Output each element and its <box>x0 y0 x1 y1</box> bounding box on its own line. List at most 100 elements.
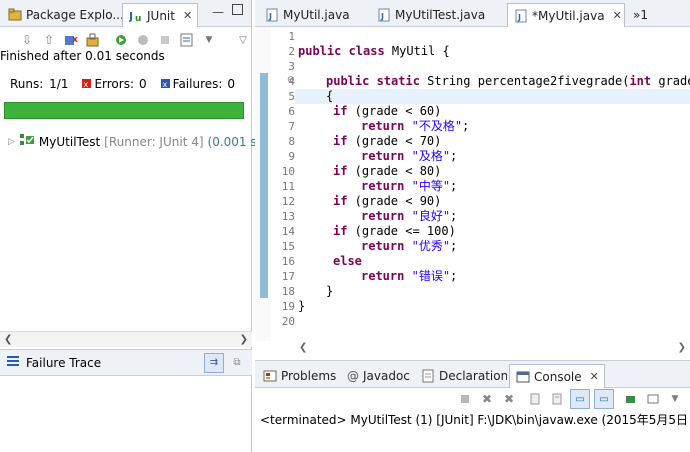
scroll-lock-icon[interactable] <box>548 391 566 407</box>
rerun-failed-first-icon[interactable] <box>134 32 152 48</box>
tab-package-explorer[interactable]: Package Explo... <box>2 3 122 27</box>
test-suite-ok-icon <box>19 133 35 150</box>
failure-trace-label: Failure Trace <box>26 355 102 370</box>
tab-console[interactable]: Console ✕ <box>509 364 605 388</box>
svg-text:J: J <box>129 10 133 23</box>
tab-junit[interactable]: Ju JUnit ✕ <box>122 3 198 27</box>
package-explorer-icon <box>8 8 22 22</box>
line-number: 6 <box>288 105 295 118</box>
svg-text:u: u <box>135 14 141 23</box>
clear-console-icon[interactable] <box>526 391 544 407</box>
line-number: 5 <box>288 90 295 103</box>
display-console-icon[interactable] <box>644 391 662 407</box>
next-failure-icon[interactable]: ⇩ <box>18 32 36 48</box>
code-line-18[interactable]: } <box>326 284 333 299</box>
code-line-12[interactable]: if (grade < 90) <box>333 194 441 209</box>
tab-myutil-java-modified[interactable]: J *MyUtil.java ✕ <box>507 3 625 27</box>
svg-text:x: x <box>72 35 78 45</box>
bottom-panel: Problems @ Javadoc Declaration Console ✕ <box>255 360 690 452</box>
code-line-9[interactable]: return "及格"; <box>361 149 457 164</box>
terminate-icon[interactable] <box>456 391 474 407</box>
code-line-15[interactable]: return "优秀"; <box>361 239 457 254</box>
close-icon[interactable]: ✕ <box>590 370 599 383</box>
code-line-13[interactable]: return "良好"; <box>361 209 457 224</box>
compare-results-icon[interactable]: ⧉ <box>228 353 246 373</box>
runs-value: 1/1 <box>49 77 69 91</box>
tab-myutiltest-java[interactable]: J MyUtilTest.java <box>371 3 505 27</box>
console-dropdown-icon[interactable]: ▼ <box>666 391 684 407</box>
failures-label: Failures: <box>172 77 223 91</box>
history-dropdown-icon[interactable]: ▼ <box>200 32 218 48</box>
failure-trace-icon <box>6 355 20 370</box>
svg-text:x: x <box>84 80 89 88</box>
code-line-5-current[interactable]: { <box>295 89 690 104</box>
line-number: 1 <box>288 30 295 43</box>
test-counts: Runs: 1/1 x Errors: 0 x Failures: 0 <box>10 77 235 91</box>
code-line-17[interactable]: return "错误"; <box>361 269 457 284</box>
line-number: 14 <box>281 225 295 238</box>
bottom-tab-bar: Problems @ Javadoc Declaration Console ✕ <box>255 361 690 388</box>
view-menu-icon[interactable]: ▽ <box>234 32 252 48</box>
line-number: 15 <box>281 240 295 253</box>
stop-icon[interactable] <box>156 32 174 48</box>
close-icon[interactable]: ✕ <box>613 9 622 22</box>
line-number: 9 <box>288 150 295 163</box>
remove-launch-icon[interactable]: ✖ <box>478 391 496 407</box>
remove-all-terminated-icon[interactable]: ✖ <box>500 391 518 407</box>
code-line-4[interactable]: public static String percentage2fivegrad… <box>326 74 690 89</box>
show-on-stdout-icon[interactable]: ▭ <box>570 389 590 409</box>
line-number-gutter: 1 2 3 4 5 6 7 8 9 10 11 12 13 14 15 16 1… <box>271 27 295 341</box>
scroll-left-icon[interactable]: ❮ <box>299 342 307 353</box>
line-number: 17 <box>281 270 295 283</box>
show-failures-only-icon[interactable]: x <box>62 32 80 48</box>
code-line-2[interactable]: public class MyUtil { <box>298 44 450 59</box>
test-name: MyUtilTest <box>38 134 101 149</box>
code-line-8[interactable]: if (grade < 70) <box>333 134 441 149</box>
maximize-icon[interactable] <box>232 4 243 15</box>
errors-value: 0 <box>139 77 147 91</box>
previous-failure-icon[interactable]: ⇧ <box>40 32 58 48</box>
svg-text:J: J <box>517 13 521 22</box>
test-history-icon[interactable] <box>178 32 196 48</box>
code-line-6[interactable]: if (grade < 60) <box>333 104 441 119</box>
junit-icon: Ju <box>128 9 143 24</box>
editor-tab-bar: J MyUtil.java J MyUtilTest.java J *MyUti… <box>255 0 690 27</box>
pin-console-icon[interactable] <box>622 391 640 407</box>
rerun-test-icon[interactable] <box>112 32 130 48</box>
test-tree-item[interactable]: ▷ MyUtilTest [Runner: JUnit 4] (0.001 s <box>8 133 257 150</box>
left-tab-bar: Package Explo... Ju JUnit ✕ — <box>0 0 251 27</box>
code-line-10[interactable]: if (grade < 80) <box>333 164 441 179</box>
java-editor: J MyUtil.java J MyUtilTest.java J *MyUti… <box>255 0 690 357</box>
junit-view: Package Explo... Ju JUnit ✕ — ⇩ ⇧ x ▼ ▽ … <box>0 0 257 452</box>
tab-problems[interactable]: Problems <box>257 364 339 388</box>
tab-javadoc[interactable]: @ Javadoc <box>341 364 413 388</box>
code-line-19[interactable]: } <box>298 299 305 314</box>
expand-arrow-icon[interactable]: ▷ <box>8 137 15 147</box>
code-line-11[interactable]: return "中等"; <box>361 179 457 194</box>
scroll-left-icon[interactable]: ❮ <box>4 334 12 345</box>
scroll-right-icon[interactable]: ❯ <box>678 342 686 353</box>
code-line-16[interactable]: else <box>333 254 362 269</box>
tab-declaration[interactable]: Declaration <box>415 364 507 388</box>
line-number: 2 <box>288 45 295 58</box>
tree-horizontal-scrollbar[interactable]: ❮ ❯ <box>0 331 252 347</box>
java-file-icon: J <box>514 9 528 23</box>
minimize-icon[interactable]: — <box>212 5 224 19</box>
console-output: <terminated> MyUtilTest (1) [JUnit] F:\J… <box>260 413 690 427</box>
code-line-14[interactable]: if (grade <= 100) <box>333 224 456 239</box>
tab-myutil-java[interactable]: J MyUtil.java <box>259 3 369 27</box>
java-file-icon: J <box>265 8 279 22</box>
editor-horizontal-scrollbar[interactable]: ❮ ❯ <box>295 339 690 355</box>
code-line-7[interactable]: return "不及格"; <box>361 119 469 134</box>
line-number: 13 <box>281 210 295 223</box>
filter-stack-icon[interactable]: ⇉ <box>204 352 224 373</box>
scroll-right-icon[interactable]: ❯ <box>240 334 248 345</box>
svg-text:J: J <box>380 12 384 21</box>
tab-overflow[interactable]: »1 <box>627 3 667 27</box>
show-on-stderr-icon[interactable]: ▭ <box>594 389 614 409</box>
line-number: 18 <box>281 285 295 298</box>
line-number: 10 <box>281 165 295 178</box>
failures-value: 0 <box>227 77 236 91</box>
close-icon[interactable]: ✕ <box>183 9 192 22</box>
scroll-lock-icon[interactable] <box>84 32 102 48</box>
